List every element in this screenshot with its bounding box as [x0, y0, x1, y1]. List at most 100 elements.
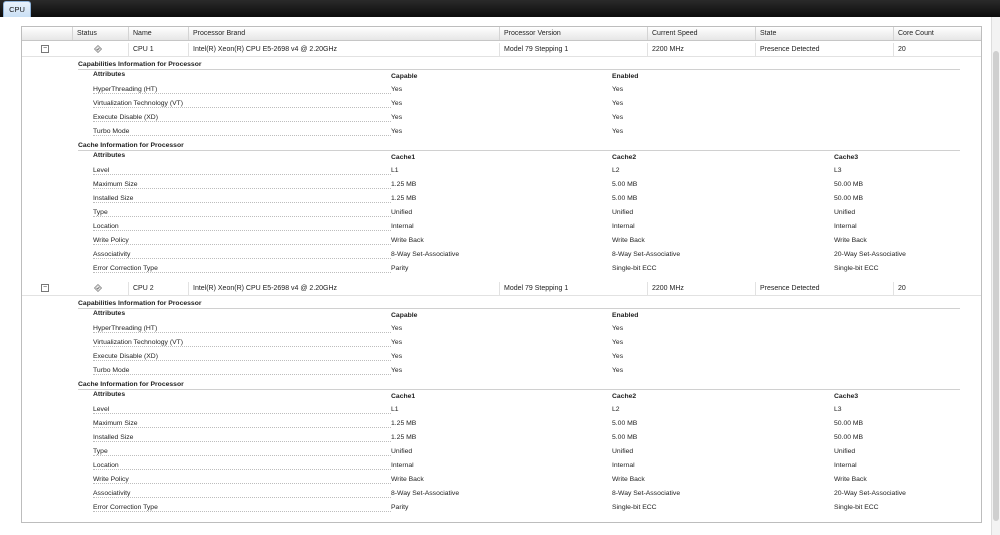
processor-brand: Intel(R) Xeon(R) CPU E5-2698 v4 @ 2.20GH…: [188, 43, 499, 56]
cache-section-title: Cache Information for Processor: [78, 142, 184, 149]
capability-label-text: HyperThreading (HT): [93, 86, 160, 93]
cache3-value: Single-bit ECC: [834, 265, 879, 272]
cache2-header: Cache2: [612, 154, 637, 161]
cache3-header: Cache3: [834, 393, 859, 400]
cache1-value: 1.25 MB: [391, 181, 417, 188]
cache3-value: L3: [834, 167, 842, 174]
cache2-value: Internal: [612, 462, 635, 469]
cache1-value: 1.25 MB: [391, 195, 417, 202]
scrollbar-thumb[interactable]: [993, 51, 999, 521]
capabilities-section-title: Capabilities Information for Processor: [78, 300, 202, 307]
column-header-core-count[interactable]: Core Count: [893, 27, 981, 40]
processor-version: Model 79 Stepping 1: [499, 282, 647, 295]
cache1-value: Unified: [391, 209, 413, 216]
cache3-value: Internal: [834, 462, 857, 469]
column-header-state[interactable]: State: [755, 27, 893, 40]
cache3-value: Unified: [834, 448, 856, 455]
cpu-name: CPU 1: [128, 43, 188, 56]
cache-attribute-label-text: Maximum Size: [93, 181, 140, 188]
cache3-value: Unified: [834, 209, 856, 216]
processor-table: Status Name Processor Brand Processor Ve…: [21, 26, 982, 523]
capability-label: Turbo Mode: [93, 366, 391, 375]
cache2-value: Internal: [612, 223, 635, 230]
enabled-value: Yes: [612, 86, 624, 93]
cache2-value: Single-bit ECC: [612, 265, 657, 272]
cache-attribute-label: Installed Size: [93, 433, 391, 442]
capability-label-text: Virtualization Technology (VT): [93, 339, 186, 346]
section-divider: [78, 150, 960, 151]
cache-attribute-label: Error Correction Type: [93, 503, 391, 512]
capability-label: Virtualization Technology (VT): [93, 99, 391, 108]
capability-label: Execute Disable (XD): [93, 113, 391, 122]
cache3-value: 50.00 MB: [834, 420, 864, 427]
cache2-value: 8-Way Set-Associative: [612, 251, 681, 258]
cache3-value: Internal: [834, 223, 857, 230]
cache3-value: 50.00 MB: [834, 181, 864, 188]
cache1-value: Internal: [391, 223, 414, 230]
cache2-value: 5.00 MB: [612, 195, 638, 202]
cache1-value: Internal: [391, 462, 414, 469]
core-count: 20: [893, 282, 981, 295]
attributes-header: Attributes: [93, 391, 126, 398]
cache3-value: 20-Way Set-Associative: [834, 251, 906, 258]
cache2-value: Write Back: [612, 237, 645, 244]
cache2-value: L2: [612, 406, 620, 413]
attributes-header: Attributes: [93, 71, 126, 78]
cache-attribute-label: Maximum Size: [93, 419, 391, 428]
enabled-value: Yes: [612, 353, 624, 360]
cache-attribute-label-text: Installed Size: [93, 195, 136, 202]
cache-attribute-label: Write Policy: [93, 236, 391, 245]
capability-label-text: Turbo Mode: [93, 367, 132, 374]
cache1-value: 1.25 MB: [391, 420, 417, 427]
status-icon: [93, 283, 103, 293]
cache-attribute-label-text: Type: [93, 209, 110, 216]
cache1-value: Unified: [391, 448, 413, 455]
tab-cpu[interactable]: CPU: [3, 1, 31, 17]
capability-label: Execute Disable (XD): [93, 352, 391, 361]
capability-label: Turbo Mode: [93, 127, 391, 136]
section-divider: [78, 69, 960, 70]
collapse-toggle-button[interactable]: −: [41, 45, 49, 53]
capability-label-text: Turbo Mode: [93, 128, 132, 135]
cache1-value: L1: [391, 406, 399, 413]
capable-header: Capable: [391, 73, 418, 80]
capable-value: Yes: [391, 339, 403, 346]
cache-attribute-label: Installed Size: [93, 194, 391, 203]
vertical-scrollbar[interactable]: [991, 17, 1000, 535]
processor-brand: Intel(R) Xeon(R) CPU E5-2698 v4 @ 2.20GH…: [188, 282, 499, 295]
cache1-value: L1: [391, 167, 399, 174]
capable-value: Yes: [391, 325, 403, 332]
column-header-processor-brand[interactable]: Processor Brand: [188, 27, 499, 40]
cache2-value: Unified: [612, 209, 634, 216]
cache-attribute-label-text: Associativity: [93, 490, 133, 497]
cache-attribute-label-text: Error Correction Type: [93, 504, 160, 511]
collapse-toggle-button[interactable]: −: [41, 284, 49, 292]
capability-label-text: Virtualization Technology (VT): [93, 100, 186, 107]
cache-attribute-label-text: Associativity: [93, 251, 133, 258]
capable-value: Yes: [391, 128, 403, 135]
column-header-processor-version[interactable]: Processor Version: [499, 27, 647, 40]
cache-attribute-label: Associativity: [93, 489, 391, 498]
column-header-name[interactable]: Name: [128, 27, 188, 40]
cache-attribute-label-text: Installed Size: [93, 434, 136, 441]
cache-attribute-label: Location: [93, 461, 391, 470]
column-header-status[interactable]: Status: [72, 27, 128, 40]
capable-value: Yes: [391, 353, 403, 360]
cache3-value: L3: [834, 406, 842, 413]
capability-label: Virtualization Technology (VT): [93, 338, 391, 347]
processor-version: Model 79 Stepping 1: [499, 43, 647, 56]
processor-row[interactable]: − CPU 1 Intel(R) Xeon(R) CPU E5-2698 v4 @ …: [22, 43, 981, 57]
enabled-header: Enabled: [612, 73, 639, 80]
section-divider: [78, 389, 960, 390]
processor-row[interactable]: − CPU 2 Intel(R) Xeon(R) CPU E5-2698 v4 @ …: [22, 282, 981, 296]
enabled-value: Yes: [612, 128, 624, 135]
processor-state: Presence Detected: [755, 282, 893, 295]
enabled-value: Yes: [612, 325, 624, 332]
capability-label-text: HyperThreading (HT): [93, 325, 160, 332]
cache-attribute-label-text: Type: [93, 448, 110, 455]
column-header-current-speed[interactable]: Current Speed: [647, 27, 755, 40]
cache-attribute-label-text: Error Correction Type: [93, 265, 160, 272]
status-icon: [93, 44, 103, 54]
enabled-header: Enabled: [612, 312, 639, 319]
cache-attribute-label: Maximum Size: [93, 180, 391, 189]
